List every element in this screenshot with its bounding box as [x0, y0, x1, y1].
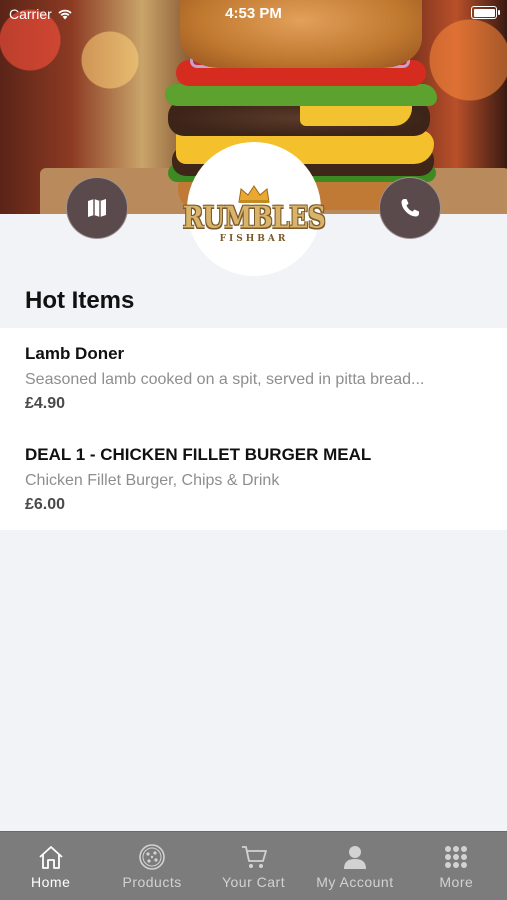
pizza-icon — [139, 844, 165, 870]
tab-home[interactable]: Home — [0, 832, 101, 900]
status-bar: Carrier 4:53 PM — [0, 0, 507, 26]
tab-your-cart[interactable]: Your Cart — [203, 832, 304, 900]
hot-items-list: Lamb Doner Seasoned lamb cooked on a spi… — [0, 328, 507, 530]
item-name: DEAL 1 - CHICKEN FILLET BURGER MEAL — [25, 445, 372, 464]
logo-brand-text: RUMBLES — [182, 200, 326, 235]
status-time: 4:53 PM — [225, 5, 282, 22]
tab-more[interactable]: More — [406, 832, 507, 900]
tab-my-account[interactable]: My Account — [304, 832, 405, 900]
item-name: Lamb Doner — [25, 344, 125, 363]
home-icon — [39, 846, 63, 869]
item-description: Seasoned lamb cooked on a spit, served i… — [25, 371, 425, 388]
battery-icon — [471, 6, 500, 19]
map-button[interactable] — [66, 177, 128, 239]
item-price: £4.90 — [25, 395, 66, 412]
tab-products-label: Products — [122, 874, 182, 890]
user-icon — [343, 846, 366, 869]
tab-your-cart-label: Your Cart — [221, 874, 286, 890]
list-item[interactable]: DEAL 1 - CHICKEN FILLET BURGER MEAL Chic… — [0, 429, 507, 530]
tab-home-label: Home — [31, 874, 71, 890]
list-item[interactable]: Lamb Doner Seasoned lamb cooked on a spi… — [0, 328, 507, 429]
tab-more-label: More — [439, 874, 474, 890]
item-description: Chicken Fillet Burger, Chips & Drink — [25, 472, 280, 489]
call-button[interactable] — [379, 177, 441, 239]
grid-icon — [445, 846, 468, 868]
map-icon — [88, 199, 106, 217]
hot-items-title: Hot Items — [25, 287, 135, 314]
phone-icon — [401, 199, 419, 217]
tab-products[interactable]: Products — [101, 832, 202, 900]
item-price: £6.00 — [25, 496, 66, 513]
tab-bar: Home Products Your Cart My Account More — [0, 831, 507, 900]
tab-my-account-label: My Account — [316, 874, 394, 890]
restaurant-logo: RUMBLES FISHBAR — [183, 142, 326, 276]
cart-icon — [241, 846, 267, 868]
logo-sub-text: FISHBAR — [219, 234, 289, 244]
